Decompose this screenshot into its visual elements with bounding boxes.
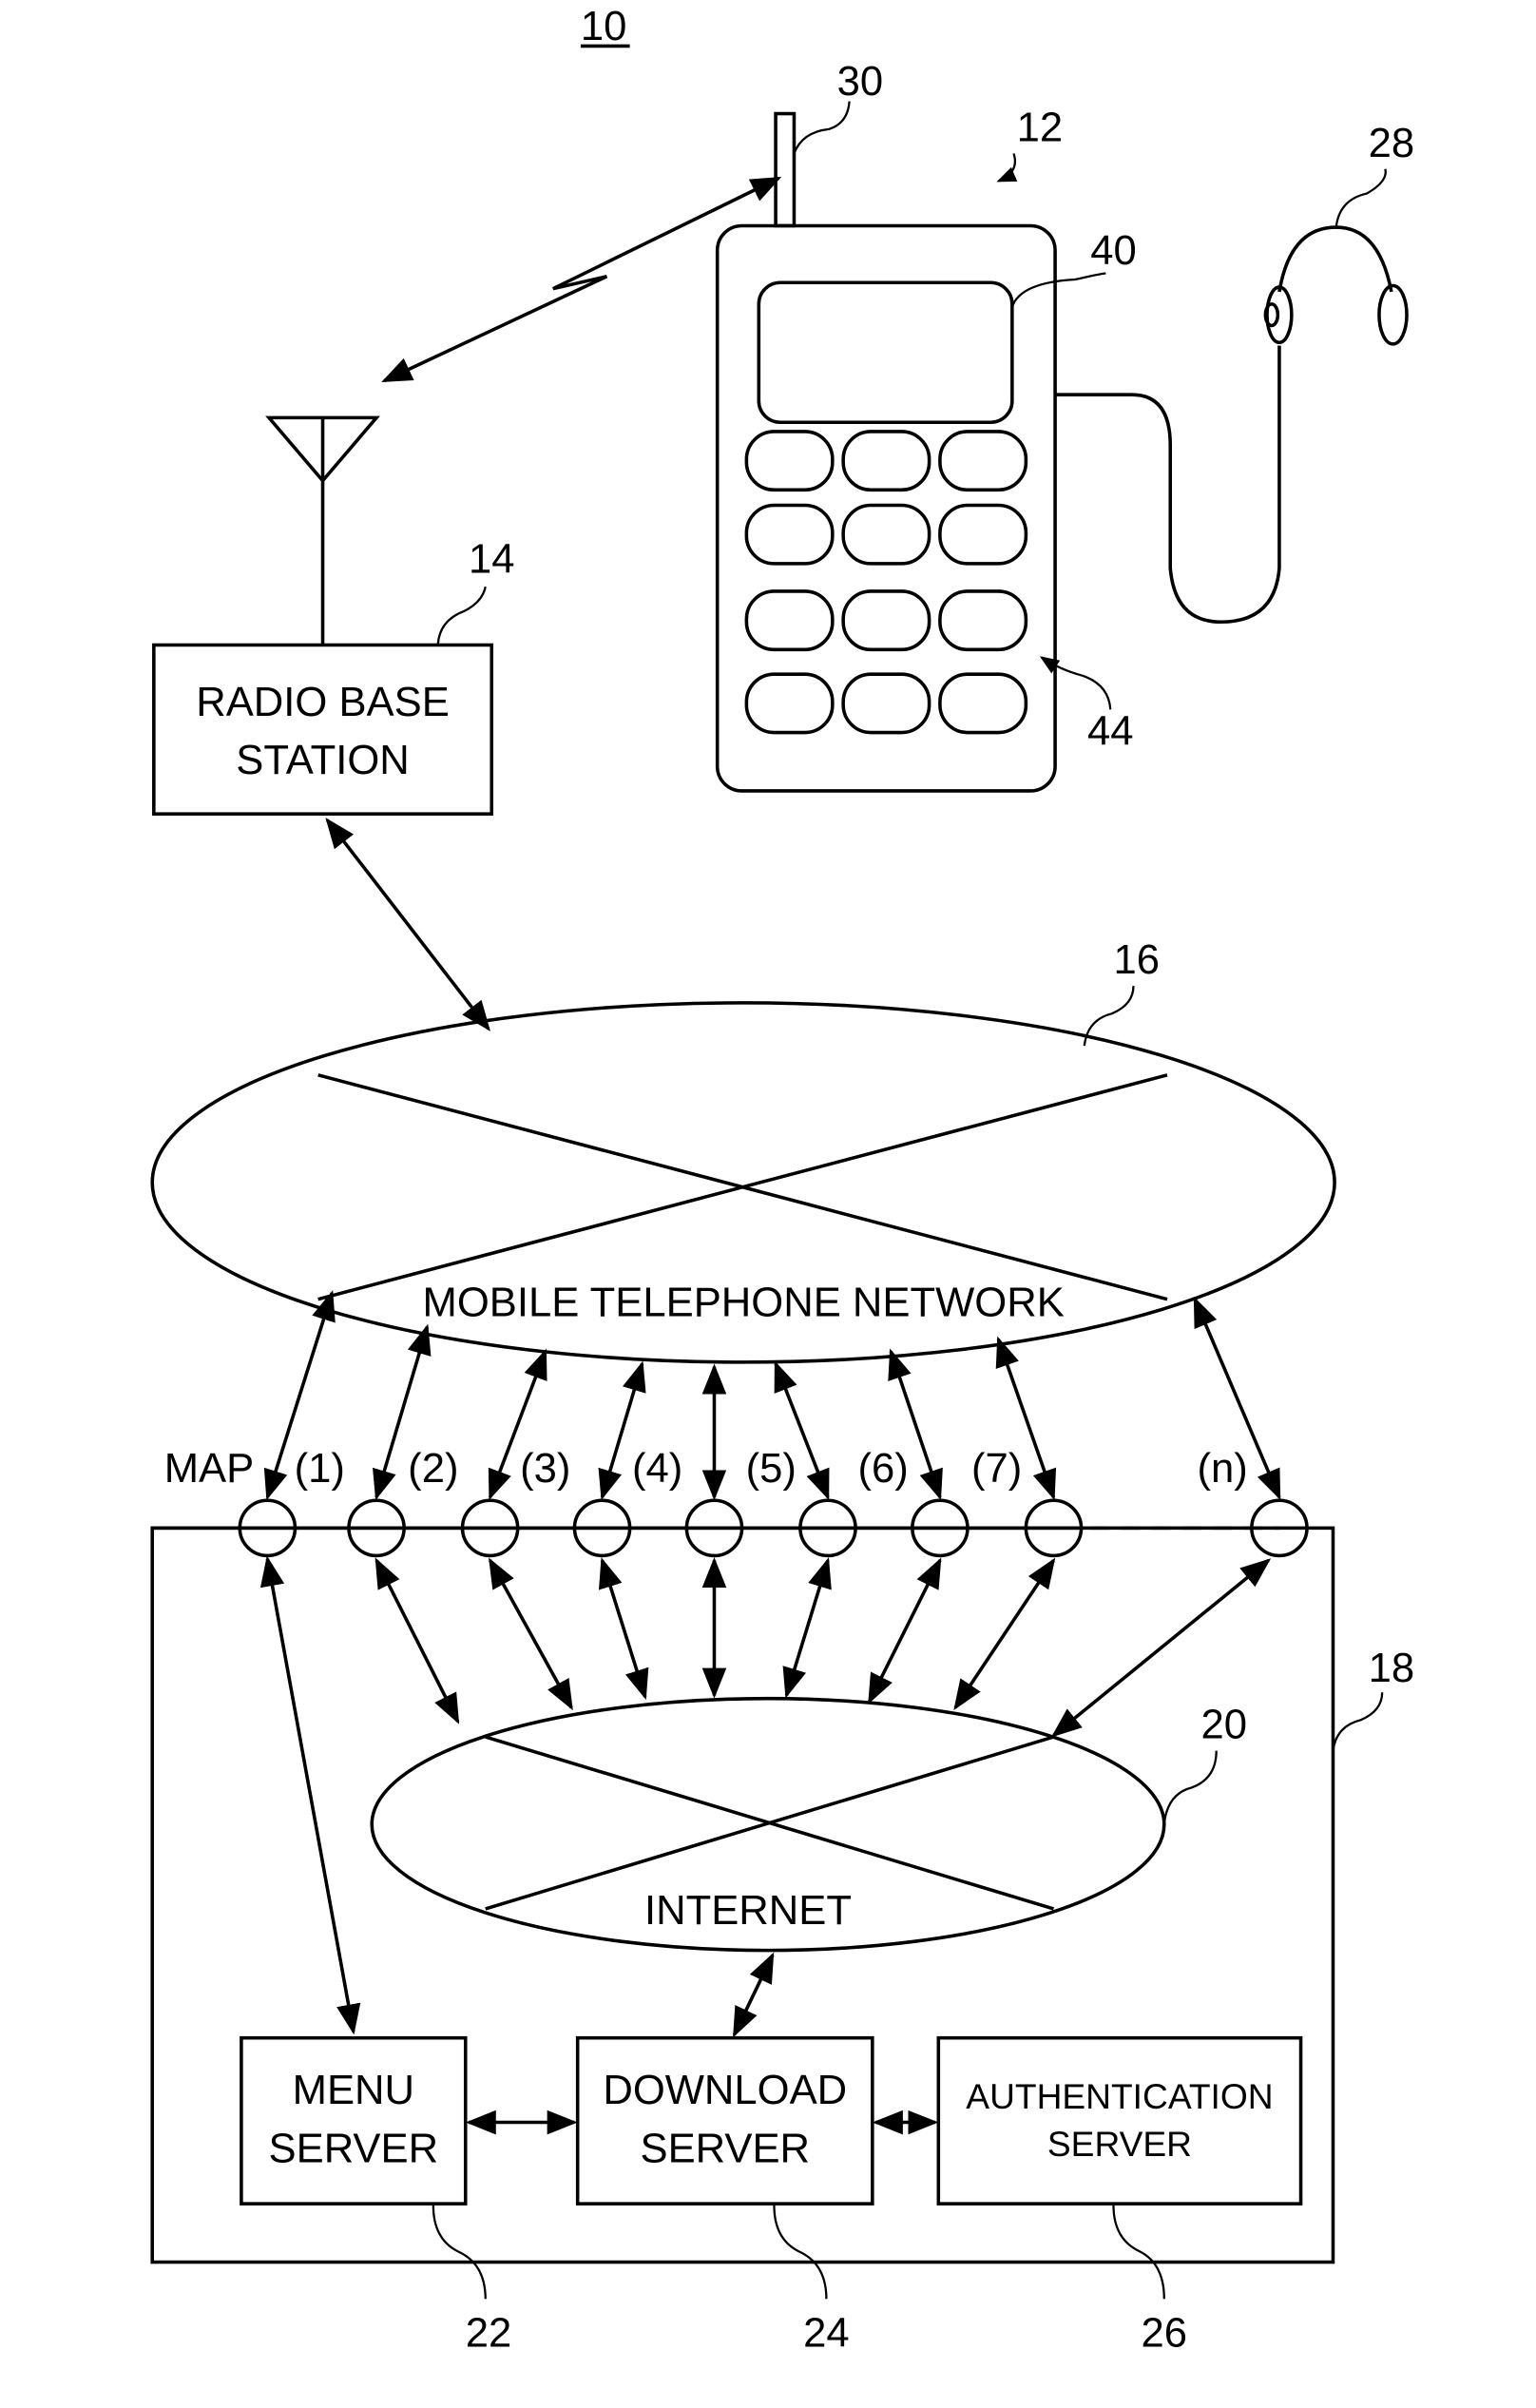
gateway-internet-link <box>868 1557 942 1705</box>
gateway-label: (5) <box>746 1446 797 1492</box>
ref-phone: 12 <box>1017 106 1064 151</box>
system-diagram: 10 RADIO BASE STATION MOBILE TELEPHONE N… <box>150 4 1415 2356</box>
download-server <box>575 2035 874 2206</box>
gateway-internet-link <box>598 1557 649 1701</box>
ref-headset: 28 <box>1369 121 1415 166</box>
headset-cable <box>1055 345 1281 625</box>
gateway-internet-link <box>489 1557 573 1711</box>
ref-keypad: 44 <box>1087 708 1134 754</box>
gateway-label: (3) <box>520 1446 570 1492</box>
ref-auth-server: 26 <box>1142 2310 1188 2356</box>
phone-key <box>744 503 835 566</box>
gateway-row: MAP (1) (2) (3) (4) (5) (6) (7) (n) <box>152 1290 1309 1738</box>
base-station-antenna-icon <box>265 415 380 645</box>
phone-key <box>841 672 931 735</box>
phone-key <box>938 503 1028 566</box>
phone-body <box>715 223 1057 793</box>
link-base-network <box>325 818 490 1031</box>
auth-server-line2: SERVER <box>1047 2124 1192 2164</box>
phone-key <box>744 430 835 492</box>
gateway-label: (1) <box>295 1446 345 1492</box>
radio-link <box>381 176 782 383</box>
ref-mobile-network: 16 <box>1113 937 1160 983</box>
ref-internet: 20 <box>1201 1703 1248 1748</box>
phone-key <box>938 589 1028 652</box>
phone-key <box>744 589 835 652</box>
gateway-label: (6) <box>858 1446 909 1492</box>
radio-base-station <box>152 643 493 816</box>
menu-server-line1: MENU <box>293 2068 414 2113</box>
download-server-line2: SERVER <box>640 2127 810 2172</box>
download-server-line1: DOWNLOAD <box>603 2068 847 2113</box>
link-internet-download <box>732 1952 775 2038</box>
internet-label: INTERNET <box>644 1888 852 1934</box>
link-map-menu <box>259 1555 361 2035</box>
phone-keypad <box>744 430 1028 735</box>
ref-display: 40 <box>1090 228 1137 274</box>
phone-antenna <box>774 111 797 228</box>
radio-base-station-line1: RADIO BASE <box>196 680 450 725</box>
internet-cloud: INTERNET <box>370 1696 1166 1953</box>
phone-key <box>841 430 931 492</box>
ref-base-station: 14 <box>469 537 515 583</box>
phone-key <box>841 503 931 566</box>
gateway-label: (2) <box>408 1446 458 1492</box>
gateway-label: MAP <box>164 1446 255 1492</box>
gateway-label: (4) <box>632 1446 682 1492</box>
ref-server-system: 18 <box>1369 1646 1415 1691</box>
ref-download-server: 24 <box>803 2310 850 2356</box>
menu-server-line2: SERVER <box>269 2127 439 2172</box>
phone-key <box>744 672 835 735</box>
figure-number: 10 <box>581 4 627 49</box>
radio-base-station-line2: STATION <box>236 738 410 783</box>
phone-key <box>841 589 931 652</box>
gateway-label: (n) <box>1198 1446 1248 1492</box>
phone-key <box>938 672 1028 735</box>
ref-menu-server: 22 <box>466 2310 512 2356</box>
ref-antenna: 30 <box>837 59 884 105</box>
gateway-internet-link <box>374 1557 460 1724</box>
gateway-label: (7) <box>971 1446 1022 1492</box>
mobile-telephone-network: MOBILE TELEPHONE NETWORK <box>150 1001 1336 1364</box>
phone-display <box>757 280 1014 425</box>
mobile-network-label: MOBILE TELEPHONE NETWORK <box>423 1280 1065 1325</box>
headset-icon <box>1263 225 1409 346</box>
gateway-internet-link <box>953 1557 1056 1711</box>
menu-server <box>240 2035 468 2206</box>
authentication-server <box>936 2035 1303 2206</box>
auth-server-line1: AUTHENTICATION <box>966 2076 1273 2116</box>
phone-key <box>938 430 1028 492</box>
mobile-phone <box>715 111 1281 793</box>
gateway-internet-link <box>782 1557 832 1699</box>
